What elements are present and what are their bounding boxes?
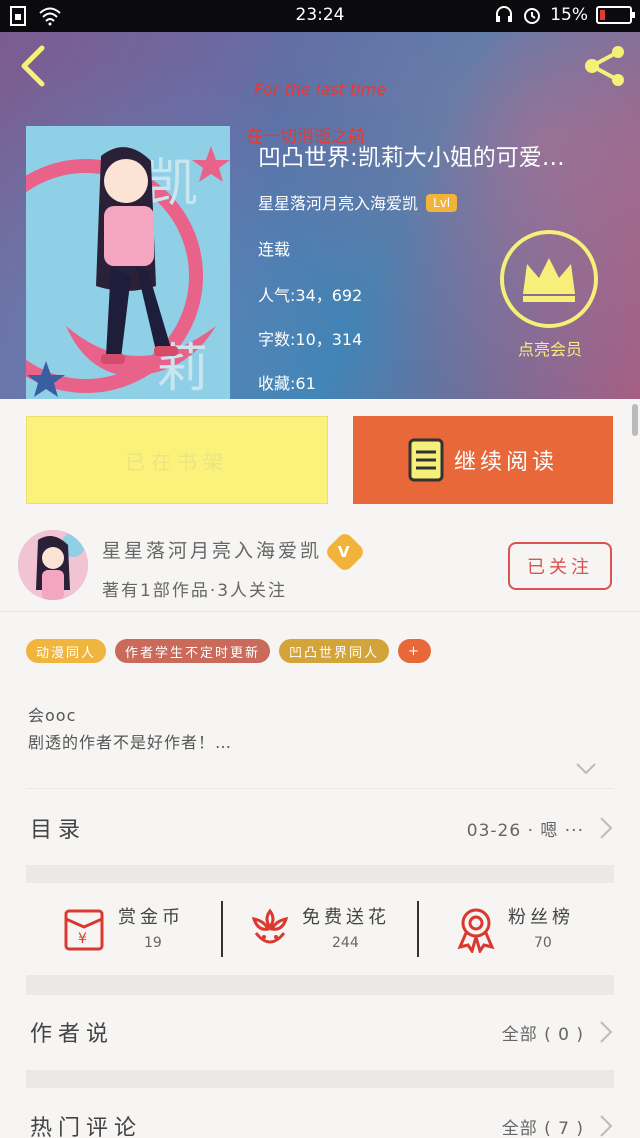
hot-comments-row[interactable]: 热门评论 全部 ( 7 ) xyxy=(26,1090,614,1138)
book-author-line[interactable]: 星星落河月亮入海爱凯 Lvl xyxy=(258,190,458,214)
reward-fans-count: 70 xyxy=(534,935,552,951)
level-badge: Lvl xyxy=(426,194,458,212)
section-gap xyxy=(26,1070,614,1088)
cover-illustration: 凯 莉 xyxy=(26,126,230,399)
author-name[interactable]: 星星落河月亮入海爱凯 xyxy=(102,540,322,562)
reward-fans-label: 粉丝榜 xyxy=(508,907,574,928)
chevron-right-icon xyxy=(600,817,613,839)
author-says-count: 全部 ( 0 ) xyxy=(501,1025,584,1045)
continue-reading-button[interactable]: 继续阅读 xyxy=(353,416,613,504)
add-tag-button[interactable]: + xyxy=(398,639,431,663)
status-right-icons: 15% xyxy=(494,5,635,25)
author-row[interactable]: 星星落河月亮入海爱凯 V 著有1部作品·3人关注 已关注 xyxy=(0,520,640,612)
catalog-title: 目录 xyxy=(30,818,87,843)
follow-button[interactable]: 已关注 xyxy=(508,542,612,590)
crown-circle xyxy=(500,230,598,328)
crown-icon xyxy=(523,258,575,302)
author-says-row[interactable]: 作者说 全部 ( 0 ) xyxy=(26,996,614,1068)
svg-text:¥: ¥ xyxy=(78,931,87,947)
vip-label: 点亮会员 xyxy=(517,340,582,359)
author-says-title: 作者说 xyxy=(30,1022,115,1047)
divider xyxy=(26,788,614,789)
reward-divider xyxy=(417,901,419,957)
battery-percent: 15% xyxy=(550,5,588,25)
hot-comments-count: 全部 ( 7 ) xyxy=(501,1119,584,1138)
section-gap xyxy=(26,975,614,995)
svg-text:凯: 凯 xyxy=(146,154,198,214)
book-word-count: 字数:10，314 xyxy=(258,330,363,349)
description-line-1: 会ooc xyxy=(28,706,77,725)
ribbon-medal-icon xyxy=(457,908,495,953)
book-status: 连载 xyxy=(258,240,291,259)
description-line-2: 剧透的作者不是好作者！… xyxy=(28,733,233,752)
chevron-right-icon xyxy=(600,1115,613,1137)
alarm-icon xyxy=(524,8,541,24)
hot-comments-title: 热门评论 xyxy=(30,1116,143,1138)
headset-icon xyxy=(496,6,513,22)
reward-flowers-count: 244 xyxy=(332,935,359,951)
rewards-panel: ¥ 赏金币 19 免费送花 244 粉丝榜 70 xyxy=(26,883,614,975)
follow-label: 已关注 xyxy=(527,557,593,578)
tag-anime-fanfic[interactable]: 动漫同人 xyxy=(26,639,107,663)
book-author[interactable]: 星星落河月亮入海爱凯 xyxy=(258,194,418,213)
book-popularity: 人气:34，692 xyxy=(258,286,363,305)
book-title: 凹凸世界:凯莉大小姐的可爱… xyxy=(258,145,565,171)
reward-coins-count: 19 xyxy=(144,935,162,951)
status-bar: 23:24 15% xyxy=(0,0,640,32)
section-gap xyxy=(26,865,614,883)
author-name-line: 星星落河月亮入海爱凯 V xyxy=(102,530,367,573)
tag-author-student[interactable]: 作者学生不定时更新 xyxy=(115,639,271,663)
tag-world-fanfic[interactable]: 凹凸世界同人 xyxy=(279,639,390,663)
scrollbar[interactable] xyxy=(632,404,638,436)
battery-icon xyxy=(596,6,635,24)
expand-chevron-down-icon[interactable] xyxy=(575,762,597,776)
reward-flowers[interactable]: 免费送花 244 xyxy=(224,883,418,975)
continue-reading-label: 继续阅读 xyxy=(453,450,558,475)
reward-flowers-label: 免费送花 xyxy=(302,907,390,928)
book-favorites: 收藏:61 xyxy=(258,374,316,393)
reward-coins[interactable]: ¥ 赏金币 19 xyxy=(26,883,222,975)
chevron-right-icon xyxy=(600,1021,613,1043)
cover-deco-english: For the last time xyxy=(253,80,387,99)
reward-coins-label: 赏金币 xyxy=(118,907,184,928)
flower-icon xyxy=(251,908,289,944)
reward-fans[interactable]: 粉丝榜 70 xyxy=(420,883,614,975)
book-hero: For the last time 在一切消逝之前 凯 莉 凹凸世界:凯莉大小姐… xyxy=(0,32,640,399)
book-cover[interactable]: 凯 莉 xyxy=(26,126,230,399)
reward-divider xyxy=(221,901,223,957)
tag-list: 动漫同人 作者学生不定时更新 凹凸世界同人 + xyxy=(26,639,431,663)
vip-button[interactable]: 点亮会员 xyxy=(500,230,600,360)
catalog-latest: 03-26 · 嗯 ··· xyxy=(466,821,584,841)
catalog-row[interactable]: 目录 03-26 · 嗯 ··· xyxy=(26,792,614,864)
red-envelope-icon: ¥ xyxy=(64,909,104,951)
author-avatar[interactable] xyxy=(18,530,88,600)
verified-badge-icon: V xyxy=(323,530,367,573)
book-description[interactable]: 会ooc 剧透的作者不是好作者！… xyxy=(28,702,232,756)
in-bookshelf-label: 已在书架 xyxy=(125,449,229,474)
in-bookshelf-button[interactable]: 已在书架 xyxy=(26,416,328,504)
author-stats: 著有1部作品·3人关注 xyxy=(102,581,288,601)
book-icon xyxy=(408,438,444,482)
